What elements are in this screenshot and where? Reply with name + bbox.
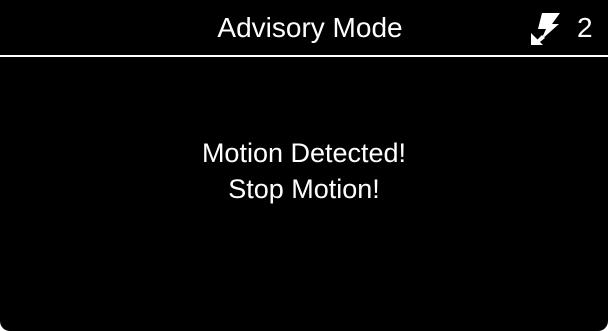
alert-line-1: Motion Detected!: [201, 138, 407, 168]
page-title: Advisory Mode: [217, 12, 403, 43]
power-plug-icon: [531, 13, 560, 45]
count-label: 2: [577, 12, 593, 43]
header-divider: [0, 55, 608, 57]
title-bar: Advisory Mode 2: [0, 0, 608, 55]
display-screen: Advisory Mode 2 Motion Detected! Stop Mo…: [0, 0, 608, 331]
alert-line-2: Stop Motion!: [228, 174, 380, 204]
alert-message: Motion Detected! Stop Motion!: [0, 135, 608, 207]
